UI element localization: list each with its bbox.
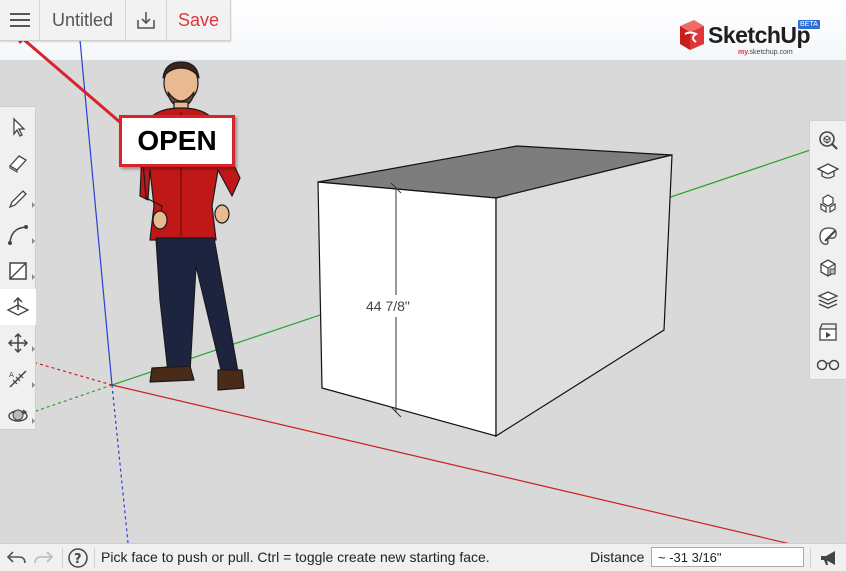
arc-icon — [8, 225, 28, 245]
download-icon — [137, 12, 155, 29]
red-axis-negative — [35, 362, 113, 386]
panel-3d-warehouse[interactable] — [810, 122, 846, 158]
panel-scenes[interactable] — [810, 314, 846, 350]
redo-button[interactable] — [30, 544, 58, 571]
model-viewport[interactable]: 44 7/8" — [0, 0, 846, 543]
pencil-line-icon — [8, 190, 27, 209]
scale-figure-person — [139, 61, 245, 391]
materials-icon — [819, 227, 837, 245]
tool-select[interactable] — [0, 109, 36, 145]
hamburger-menu-icon — [9, 13, 30, 27]
panel-materials[interactable] — [810, 218, 846, 254]
help-button[interactable]: ? — [64, 544, 92, 571]
open-annotation-callout: OPEN — [119, 115, 235, 167]
layers-icon — [817, 291, 839, 309]
distance-input[interactable] — [651, 547, 804, 567]
tool-move[interactable] — [0, 325, 36, 361]
styles-icon — [820, 259, 836, 277]
search-3d-warehouse-icon — [819, 131, 838, 150]
save-button[interactable]: Save — [167, 0, 230, 40]
download-button[interactable] — [126, 0, 168, 40]
feedback-button[interactable] — [814, 544, 844, 571]
panel-layers[interactable] — [810, 282, 846, 318]
eraser-icon — [8, 155, 28, 173]
rectangle-icon — [9, 262, 27, 280]
instructor-icon — [816, 163, 840, 179]
svg-text:A: A — [9, 371, 14, 379]
box-model[interactable] — [317, 145, 673, 438]
undo-icon — [6, 550, 26, 563]
right-panel-palette — [809, 120, 846, 380]
beta-badge: BETA — [798, 20, 820, 29]
tool-tape-measure[interactable]: A — [0, 361, 36, 397]
select-arrow-icon — [13, 117, 26, 137]
tool-shapes[interactable] — [0, 253, 36, 289]
orbit-icon — [8, 409, 28, 422]
undo-button[interactable] — [2, 544, 30, 571]
help-icon: ? — [68, 547, 88, 568]
panel-components[interactable] — [810, 186, 846, 222]
sketchup-logo-icon — [680, 20, 704, 50]
green-axis-negative — [35, 384, 113, 412]
status-bar: ? Pick face to push or pull. Ctrl = togg… — [0, 543, 846, 571]
panel-display[interactable] — [810, 346, 846, 382]
main-menu-button[interactable] — [0, 0, 40, 40]
scenes-icon — [819, 323, 837, 341]
tool-eraser[interactable] — [0, 145, 36, 181]
components-icon — [820, 194, 836, 214]
box-right-face[interactable] — [495, 154, 673, 438]
redo-icon — [34, 550, 54, 563]
dimension-label: 44 7/8" — [366, 298, 410, 314]
status-message: Pick face to push or pull. Ctrl = toggle… — [101, 549, 490, 565]
blue-axis-negative — [111, 384, 129, 543]
tape-measure-icon: A — [9, 370, 27, 388]
push-pull-icon — [6, 296, 30, 316]
logo-subtitle: my.sketchup.com — [738, 49, 793, 56]
move-icon — [7, 332, 29, 354]
panel-styles[interactable] — [810, 250, 846, 286]
left-tool-palette: A — [0, 106, 36, 430]
distance-label: Distance — [590, 549, 645, 565]
logo-wordmark: SketchUp — [708, 22, 811, 48]
megaphone-icon — [821, 550, 835, 565]
tool-line[interactable] — [0, 181, 36, 217]
tool-orbit[interactable] — [0, 397, 36, 433]
panel-instructor[interactable] — [810, 154, 846, 190]
svg-text:?: ? — [74, 552, 82, 567]
document-title[interactable]: Untitled — [40, 0, 127, 40]
display-glasses-icon — [816, 359, 840, 371]
tool-push-pull[interactable] — [0, 289, 36, 325]
top-toolbar: Untitled Save — [0, 0, 232, 41]
tool-arc[interactable] — [0, 217, 36, 253]
